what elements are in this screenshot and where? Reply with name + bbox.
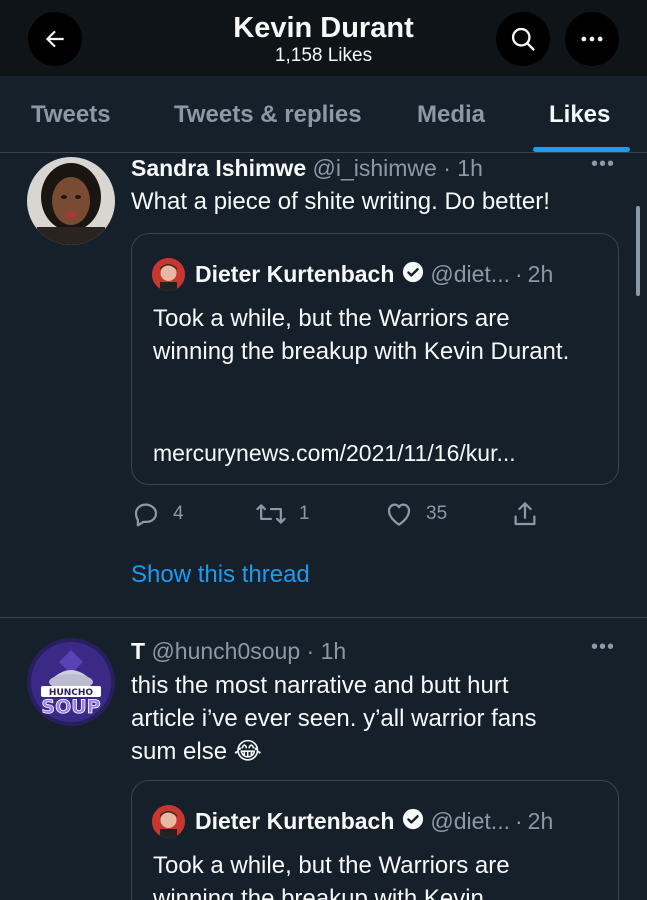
more-button[interactable]	[565, 12, 619, 66]
quoted-tweet-time: 2h	[527, 808, 554, 834]
share-icon	[514, 502, 536, 526]
heart-icon	[387, 503, 411, 526]
tweet-actions: 4 1 35	[131, 499, 551, 529]
quoted-author-handle: @diet...	[430, 808, 510, 834]
reply-icon	[134, 503, 158, 527]
search-button[interactable]	[496, 12, 550, 66]
tweet-header: Sandra Ishimwe @i_ishimwe · 1h	[131, 155, 483, 182]
quoted-tweet-text: Took a while, but the Warriors are winni…	[153, 852, 510, 900]
search-icon	[511, 27, 535, 51]
quoted-tweet[interactable]: Dieter Kurtenbach @diet... · 2h Took a w…	[131, 233, 619, 485]
avatar-image: HUNCHO SOUP	[27, 638, 115, 726]
quoted-tweet-header: Dieter Kurtenbach @diet... · 2h	[152, 258, 553, 291]
like-button[interactable]: 35	[384, 499, 447, 529]
scrollbar[interactable]	[636, 206, 640, 296]
tweet-time[interactable]: 1h	[457, 155, 483, 181]
tweet[interactable]: Sandra Ishimwe @i_ishimwe · 1h ••• What …	[0, 153, 647, 617]
tab-tweets-replies[interactable]: Tweets & replies	[174, 101, 362, 129]
author-name[interactable]: T	[131, 638, 145, 664]
author-name[interactable]: Sandra Ishimwe	[131, 155, 306, 181]
tweet-more-icon[interactable]: •••	[591, 153, 615, 176]
reply-count: 4	[173, 503, 184, 524]
share-button[interactable]	[510, 499, 540, 529]
likes-count: 1,158 Likes	[274, 45, 373, 66]
separator-dot: ·	[306, 638, 315, 664]
retweet-count: 1	[299, 503, 310, 524]
more-horizontal-icon	[581, 36, 603, 42]
quoted-tweet[interactable]: Dieter Kurtenbach @diet... · 2h Took a w…	[131, 780, 619, 900]
like-count: 35	[426, 503, 448, 524]
quoted-avatar	[152, 258, 185, 291]
avatar[interactable]: HUNCHO SOUP	[27, 638, 115, 726]
profile-tabs: Tweets Tweets & replies Media Likes	[0, 76, 647, 153]
separator-dot: ·	[514, 808, 523, 834]
author-handle[interactable]: @hunch0soup	[151, 638, 300, 664]
retweet-button[interactable]: 1	[255, 499, 310, 529]
tab-likes[interactable]: Likes	[549, 101, 610, 129]
show-thread-link[interactable]: Show this thread	[131, 561, 310, 589]
profile-header: Kevin Durant 1,158 Likes	[0, 0, 647, 76]
tweet-time[interactable]: 1h	[321, 638, 347, 664]
active-tab-indicator	[533, 147, 630, 152]
retweet-icon	[256, 504, 286, 524]
quoted-tweet-link[interactable]: mercurynews.com/2021/11/16/kur...	[153, 440, 516, 467]
verified-badge-icon	[402, 261, 424, 289]
avatar[interactable]	[27, 157, 115, 245]
tweet-text: What a piece of shite writing. Do better…	[131, 188, 550, 215]
quoted-author-handle: @diet...	[430, 261, 510, 287]
quoted-tweet-text: Took a while, but the Warriors are winni…	[153, 305, 570, 365]
avatar-image	[27, 157, 115, 245]
quoted-tweet-header: Dieter Kurtenbach @diet... · 2h	[152, 805, 553, 838]
tab-media[interactable]: Media	[417, 101, 485, 129]
avatar-text-bottom: SOUP	[41, 696, 100, 718]
tweet-header: T @hunch0soup · 1h	[131, 638, 346, 665]
verified-badge-icon	[402, 808, 424, 836]
reply-button[interactable]: 4	[131, 499, 184, 529]
quoted-author-name: Dieter Kurtenbach	[195, 261, 395, 287]
quoted-avatar	[152, 805, 185, 838]
tweet-text: this the most narrative and butt hurt ar…	[131, 672, 537, 765]
tab-tweets[interactable]: Tweets	[31, 101, 111, 129]
quoted-tweet-time: 2h	[527, 261, 554, 287]
separator-dot: ·	[514, 261, 523, 287]
tweet-more-icon[interactable]: •••	[591, 636, 615, 659]
author-handle[interactable]: @i_ishimwe	[313, 155, 437, 181]
quoted-author-name: Dieter Kurtenbach	[195, 808, 395, 834]
tweet[interactable]: HUNCHO SOUP T @hunch0soup · 1h ••• this …	[0, 618, 647, 900]
separator-dot: ·	[443, 155, 451, 181]
